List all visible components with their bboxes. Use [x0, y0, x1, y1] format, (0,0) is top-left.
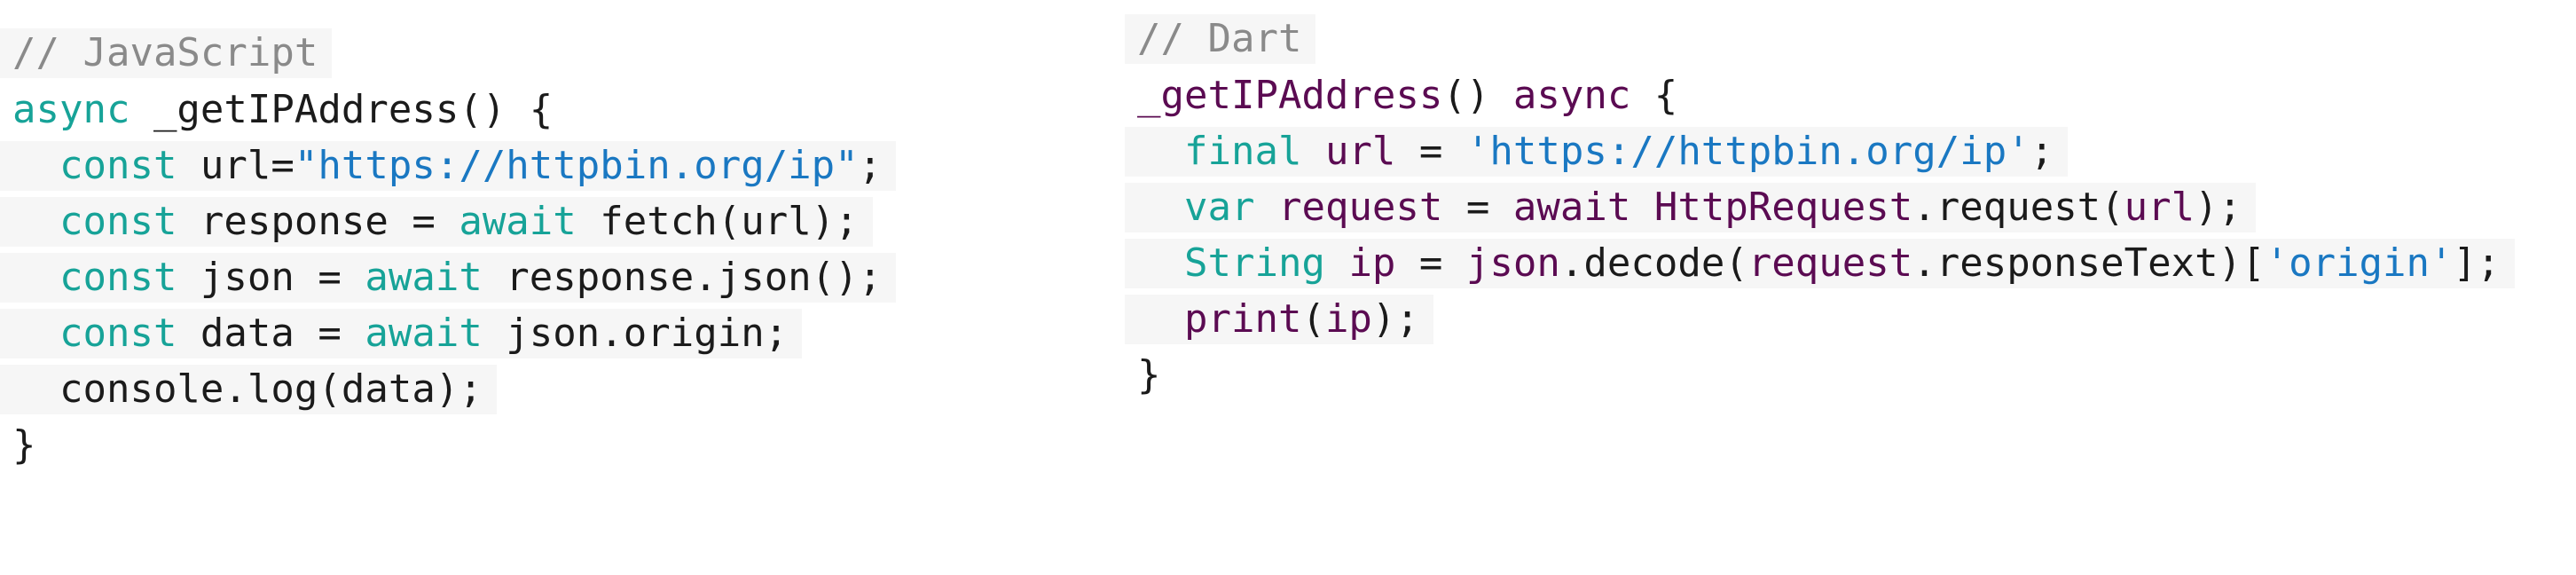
dart-code-token [1301, 129, 1325, 174]
javascript-code-line: const response = await fetch(url); [0, 197, 873, 247]
dart-code-line: final url = 'https://httpbin.org/ip'; [1125, 127, 2069, 177]
javascript-code-token [12, 199, 59, 244]
javascript-code-token [12, 143, 59, 188]
javascript-code-token: console.log(data); [12, 366, 483, 412]
dart-code-token [1254, 185, 1278, 230]
javascript-code-line: const data = await json.origin; [0, 309, 803, 358]
dart-code-token: ]; [2453, 240, 2501, 286]
javascript-comment: // JavaScript [0, 28, 333, 78]
dart-code-token: await [1512, 185, 1631, 230]
dart-comment: // Dart [1125, 14, 1316, 64]
dart-code-token: ); [2195, 185, 2242, 230]
javascript-code-token: response.json(); [482, 255, 883, 300]
javascript-code-line: const json = await response.json(); [0, 253, 897, 303]
dart-code-token: = [1395, 240, 1466, 286]
dart-code-token: ip [1324, 296, 1372, 342]
javascript-code-token: async [12, 87, 130, 132]
dart-code-token: url [2124, 185, 2195, 230]
javascript-code-token: await [459, 199, 577, 244]
javascript-code-token [12, 255, 59, 300]
dart-code-token: HttpRequest [1653, 185, 1913, 230]
javascript-code-token: response = [177, 199, 459, 244]
dart-code-token: _getIPAddress [1137, 73, 1443, 118]
dart-code-token: .decode( [1559, 240, 1748, 286]
dart-code-token: final [1183, 129, 1302, 174]
dart-code-token: json [1465, 240, 1560, 286]
dart-code-token: var [1183, 185, 1255, 230]
dart-code-token: () [1442, 73, 1513, 118]
dart-code-token: async [1512, 73, 1631, 118]
javascript-code-token: data = [177, 311, 365, 356]
dart-code-token: 'origin' [2265, 240, 2454, 286]
javascript-code-token: await [365, 255, 483, 300]
dart-code-token: ( [1301, 296, 1325, 342]
dart-code-token: String [1183, 240, 1325, 286]
javascript-code-token: const [59, 255, 177, 300]
dart-code-token [1137, 240, 1184, 286]
javascript-code-token: } [12, 422, 36, 468]
javascript-code-token: _getIPAddress() { [130, 87, 554, 132]
javascript-code-line: async _getIPAddress() { [0, 85, 567, 135]
javascript-code-token: const [59, 199, 177, 244]
javascript-code-token: json = [177, 255, 365, 300]
javascript-code-line: } [0, 421, 51, 470]
dart-code-token [1630, 185, 1654, 230]
dart-code-line: } [1125, 351, 1175, 400]
dart-code-token [1137, 129, 1184, 174]
dart-code-token: = [1442, 185, 1513, 230]
dart-code-token: } [1137, 352, 1161, 398]
dart-code-token [1137, 296, 1184, 342]
dart-code-token: ; [2030, 129, 2054, 174]
javascript-code-line: const url="https://httpbin.org/ip"; [0, 141, 897, 191]
dart-code-line: String ip = json.decode(request.response… [1125, 239, 2515, 288]
dart-code-token: .request( [1912, 185, 2124, 230]
dart-code-token: ); [1371, 296, 1419, 342]
javascript-code-token: url= [177, 143, 295, 188]
dart-code-token [1137, 185, 1184, 230]
javascript-code-token: const [59, 311, 177, 356]
javascript-code-token: await [365, 311, 483, 356]
dart-code-token: print [1183, 296, 1302, 342]
dart-code-token: = [1395, 129, 1466, 174]
javascript-code-token: json.origin; [482, 311, 789, 356]
dart-code-token: 'https://httpbin.org/ip' [1465, 129, 2030, 174]
javascript-code-token [12, 311, 59, 356]
dart-code-line: var request = await HttpRequest.request(… [1125, 183, 2257, 232]
dart-code-token: url [1324, 129, 1396, 174]
dart-code-token: request [1747, 240, 1913, 286]
dart-code-token [1325, 240, 1349, 286]
javascript-code-line: console.log(data); [0, 365, 497, 414]
dart-code-token: .responseText)[ [1912, 240, 2266, 286]
javascript-code-token: "https://httpbin.org/ip" [294, 143, 859, 188]
dart-code-token: ip [1348, 240, 1396, 286]
dart-code-line: print(ip); [1125, 295, 1433, 344]
dart-code-token: request [1277, 185, 1443, 230]
dart-code-line: _getIPAddress() async { [1125, 71, 1692, 121]
dart-code-token: { [1630, 73, 1678, 118]
javascript-code-token: fetch(url); [576, 199, 859, 244]
javascript-code-token: const [59, 143, 177, 188]
javascript-code-token: ; [858, 143, 883, 188]
